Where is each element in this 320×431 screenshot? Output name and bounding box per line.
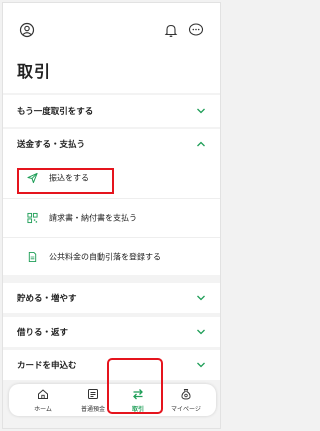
utility-item[interactable]: 公共料金の自動引落を登録する [3,237,220,275]
transfer-highlight-box [17,168,114,194]
chevron-down-icon [197,329,205,335]
top-bar [3,3,220,53]
document-icon [28,251,37,262]
bill-payment-item[interactable]: 請求書・納付書を支払う [3,198,220,236]
section-borrow[interactable]: 借りる・返す [3,317,220,347]
tab-mypage-label: マイページ [171,406,201,413]
section-save[interactable]: 貯める・増やす [3,283,220,313]
chevron-up-icon [197,141,205,147]
section-card-label: カードを申込む [17,361,77,371]
section-send[interactable]: 送金する・支払う [3,129,220,159]
bell-icon[interactable] [163,22,179,38]
tab-home[interactable]: ホーム [19,384,67,416]
bill-payment-label: 請求書・納付書を支払う [49,213,137,222]
chat-icon[interactable] [188,22,204,38]
tab-mypage[interactable]: マイページ [162,384,210,416]
utility-label: 公共料金の自動引落を登録する [49,252,161,261]
home-icon [38,389,48,399]
section-repeat-label: もう一度取引をする [17,107,94,117]
transaction-tab-highlight-box [107,358,163,414]
profile-icon[interactable] [19,22,35,38]
section-repeat[interactable]: もう一度取引をする [3,95,220,127]
chevron-down-icon [197,295,205,301]
section-save-label: 貯める・増やす [17,294,77,304]
chevron-down-icon [197,108,205,114]
page-title: 取引 [17,62,52,81]
title-area: 取引 [3,53,220,93]
passbook-icon [88,389,98,399]
screen: 取引 もう一度取引をする 送金する・支払う 振込をする 請求書・納付書を支払う … [2,2,221,429]
tab-home-label: ホーム [34,406,52,413]
qr-code-icon [27,212,38,223]
section-borrow-label: 借りる・返す [17,328,69,338]
section-send-label: 送金する・支払う [17,140,86,150]
chevron-down-icon [197,362,205,368]
money-bag-icon [181,389,191,400]
